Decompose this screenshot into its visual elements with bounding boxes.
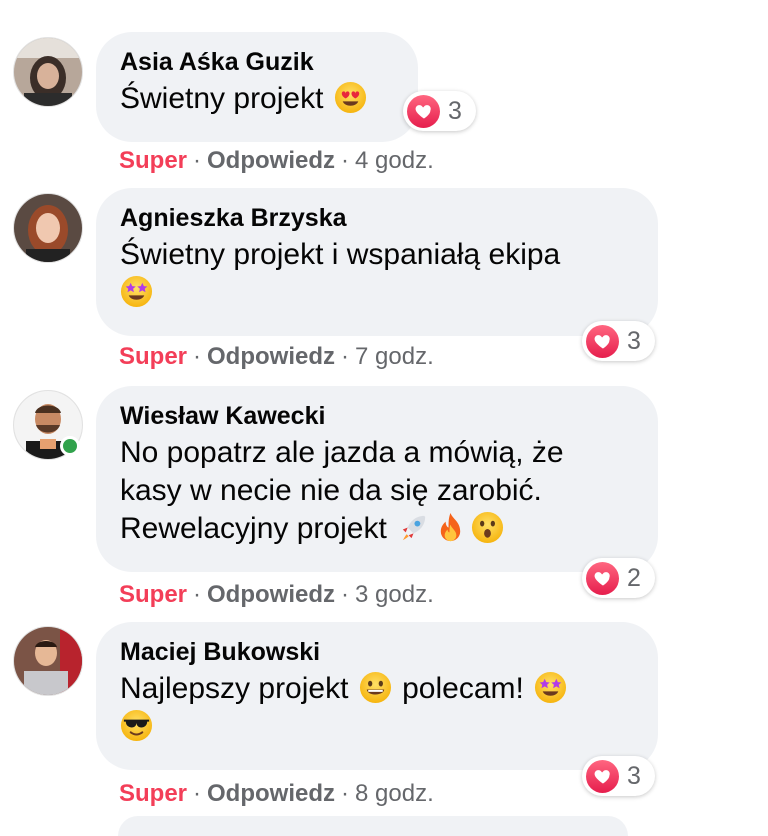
reaction-summary[interactable]: 3	[582, 756, 655, 796]
timestamp[interactable]: 4 godz.	[355, 147, 434, 174]
comment-text: No popatrz ale jazda a mówią, że kasy w …	[120, 434, 634, 548]
super-reaction-button[interactable]: Super	[119, 147, 187, 174]
reaction-count: 2	[627, 563, 641, 592]
super-reaction-button[interactable]: Super	[119, 581, 187, 608]
separator: ·	[341, 780, 350, 807]
reply-button[interactable]: Odpowiedz	[207, 581, 335, 608]
reaction-summary[interactable]: 2	[582, 558, 655, 598]
comment-text-line: No popatrz ale jazda a mówią, że	[120, 436, 564, 469]
comment-text: Świetny projekt	[120, 80, 394, 118]
separator: ·	[341, 581, 350, 608]
star-struck-emoji	[534, 671, 567, 704]
comment-actions: Super · Odpowiedz · 4 godz.	[119, 146, 434, 176]
comment-bubble: Maciej Bukowski Najlepszy projekt poleca…	[96, 622, 658, 770]
separator: ·	[341, 147, 350, 174]
astonished-emoji	[471, 511, 504, 544]
comment-bubble: Agnieszka Brzyska Świetny projekt i wspa…	[96, 188, 658, 336]
next-comment-bubble-edge	[118, 816, 628, 836]
separator: ·	[193, 343, 202, 370]
reaction-summary[interactable]: 3	[403, 91, 476, 131]
reaction-count: 3	[448, 96, 462, 125]
reply-button[interactable]: Odpowiedz	[207, 343, 335, 370]
timestamp[interactable]: 8 godz.	[355, 780, 434, 807]
comment-actions: Super · Odpowiedz · 7 godz.	[119, 342, 434, 372]
heart-reaction-icon	[407, 94, 440, 128]
online-status-indicator	[60, 436, 80, 456]
separator: ·	[193, 780, 202, 807]
heart-reaction-icon	[586, 561, 619, 595]
avatar[interactable]	[13, 626, 83, 696]
separator: ·	[193, 581, 202, 608]
reaction-summary[interactable]: 3	[582, 321, 655, 361]
reaction-count: 3	[627, 326, 641, 355]
comment-actions: Super · Odpowiedz · 8 godz.	[119, 779, 434, 809]
comment-author[interactable]: Asia Aśka Guzik	[120, 46, 394, 78]
heart-reaction-icon	[586, 759, 619, 793]
reaction-count: 3	[627, 761, 641, 790]
grinning-emoji	[359, 671, 392, 704]
comment-author[interactable]: Wiesław Kawecki	[120, 400, 634, 432]
reply-button[interactable]: Odpowiedz	[207, 780, 335, 807]
comment-text-content: Świetny projekt	[120, 82, 324, 115]
timestamp[interactable]: 3 godz.	[355, 581, 434, 608]
super-reaction-button[interactable]: Super	[119, 780, 187, 807]
fire-emoji	[434, 511, 467, 544]
separator: ·	[193, 147, 202, 174]
heart-reaction-icon	[586, 324, 619, 358]
separator: ·	[341, 343, 350, 370]
reply-button[interactable]: Odpowiedz	[207, 147, 335, 174]
avatar[interactable]	[13, 37, 83, 107]
comment-text-content: polecam!	[402, 672, 524, 705]
comment-author[interactable]: Maciej Bukowski	[120, 636, 634, 668]
rocket-emoji	[397, 511, 430, 544]
comment-text-line: Rewelacyjny projekt	[120, 512, 387, 545]
comment-bubble: Asia Aśka Guzik Świetny projekt	[96, 32, 418, 142]
timestamp[interactable]: 7 godz.	[355, 343, 434, 370]
comment-text-content: Najlepszy projekt	[120, 672, 349, 705]
comment-text: Świetny projekt i wspaniałą ekipa	[120, 236, 634, 312]
sunglasses-emoji	[120, 709, 153, 742]
comment-actions: Super · Odpowiedz · 3 godz.	[119, 580, 434, 610]
star-struck-emoji	[120, 275, 153, 308]
comment-author[interactable]: Agnieszka Brzyska	[120, 202, 634, 234]
heart-eyes-emoji	[334, 81, 367, 114]
comment-text-line: kasy w necie nie da się zarobić.	[120, 474, 542, 507]
comment-bubble: Wiesław Kawecki No popatrz ale jazda a m…	[96, 386, 658, 572]
super-reaction-button[interactable]: Super	[119, 343, 187, 370]
comment-text-content: Świetny projekt i wspaniałą ekipa	[120, 238, 561, 271]
avatar[interactable]	[13, 193, 83, 263]
comment-text: Najlepszy projekt polecam!	[120, 670, 634, 746]
